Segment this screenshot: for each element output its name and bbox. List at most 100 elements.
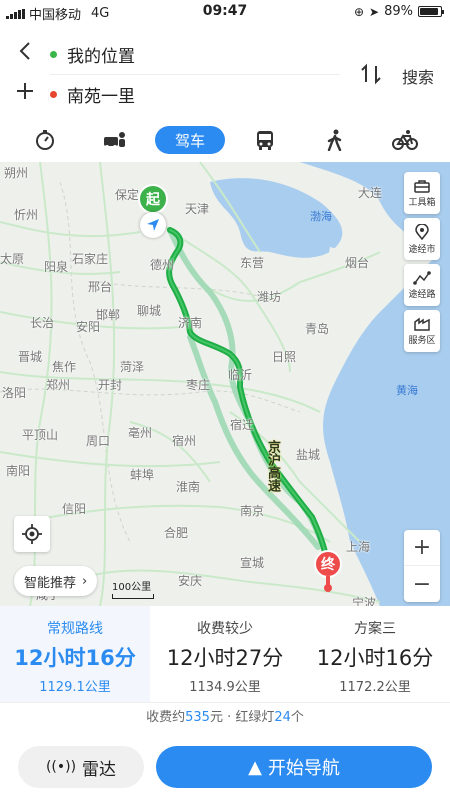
destination-row[interactable]: 南苑一里 — [0, 74, 350, 114]
plan-distance: 1134.9公里 — [189, 680, 261, 695]
via-city-button[interactable]: 途经市 — [404, 218, 440, 260]
tab-drive[interactable]: 驾车 — [155, 126, 225, 154]
start-navigation-button[interactable]: ▲ 开始导航 — [156, 746, 432, 788]
plan-time: 12小时16分 — [14, 646, 136, 670]
swap-icon[interactable] — [358, 62, 384, 86]
city-label: 青岛 — [305, 322, 330, 336]
start-navigation-label: 开始导航 — [267, 758, 340, 779]
bike-icon[interactable] — [375, 126, 435, 154]
city-label: 南阳 — [6, 464, 31, 478]
city-label: 菏泽 — [120, 360, 145, 374]
city-label: 焦作 — [52, 360, 77, 374]
toll-value: 535 — [185, 710, 210, 725]
city-label: 保定 — [115, 188, 140, 202]
route-summary: 收费约535元 · 红绿灯24个 — [0, 706, 450, 725]
route-panel: 我的位置 南苑一里 搜索 — [0, 34, 450, 118]
city-label: 合肥 — [164, 526, 189, 540]
radar-button[interactable]: ((•)) 雷达 — [18, 746, 144, 788]
service-area-label: 服务区 — [408, 335, 436, 346]
city-label: 济南 — [178, 316, 203, 330]
plan-time: 12小时27分 — [166, 646, 284, 670]
radar-icon: ((•)) — [45, 759, 77, 775]
back-icon[interactable] — [0, 41, 50, 67]
plan-distance: 1172.2公里 — [339, 680, 411, 695]
carpool-icon[interactable] — [85, 126, 145, 154]
city-label: 郑州 — [46, 378, 71, 392]
zoom-in-button[interactable]: + — [404, 530, 440, 566]
toll-unit: 元 · 红绿灯 — [209, 710, 275, 725]
via-road-label: 途经路 — [408, 289, 436, 300]
city-label: 石家庄 — [72, 252, 109, 266]
city-label: 忻州 — [14, 208, 39, 222]
taxi-icon[interactable] — [15, 126, 75, 154]
city-label: 周口 — [86, 434, 111, 448]
service-area-button[interactable]: 服务区 — [404, 310, 440, 352]
zoom-out-button[interactable]: − — [404, 566, 440, 602]
plan-option[interactable]: 收费较少 12小时27分 1134.9公里 — [150, 606, 300, 702]
city-label: 宿州 — [172, 434, 197, 448]
city-label: 阳泉 — [44, 260, 69, 274]
plan-time: 12小时16分 — [316, 646, 434, 670]
plan-option[interactable]: 方案三 12小时16分 1172.2公里 — [300, 606, 450, 702]
end-pin[interactable]: 终 — [314, 550, 342, 578]
city-label: 枣庄 — [186, 378, 211, 392]
city-label: 蚌埠 — [130, 468, 155, 482]
chevron-right-icon: › — [82, 573, 88, 589]
start-pin[interactable]: 起 — [138, 184, 168, 214]
smart-recommend-button[interactable]: 智能推荐 › — [14, 566, 98, 596]
city-label: 德州 — [150, 258, 175, 272]
city-label: 盐城 — [296, 448, 321, 462]
lights-value: 24 — [274, 710, 291, 725]
navigation-arrow-icon: ▲ — [248, 756, 262, 778]
locate-button[interactable] — [14, 516, 50, 552]
service-icon — [414, 317, 430, 331]
location-icon — [415, 223, 429, 240]
transport-mode-bar: 驾车 — [0, 120, 450, 160]
scale-label: 100公里 — [112, 582, 152, 593]
toolbox-button[interactable]: 工具箱 — [404, 172, 440, 214]
city-label: 宁波 — [352, 596, 377, 606]
crosshair-icon — [22, 524, 42, 544]
via-road-button[interactable]: 途经路 — [404, 264, 440, 306]
route-icon — [413, 270, 431, 285]
city-label: 安阳 — [76, 320, 101, 334]
city-label: 上海 — [346, 540, 371, 554]
city-label: 东营 — [240, 256, 265, 270]
plan-name: 收费较少 — [197, 621, 253, 637]
plan-name: 方案三 — [354, 621, 396, 637]
map-view[interactable]: 朔州 保定 天津 大连 忻州 渤海 太原 石家庄 阳泉 德州 东营 烟台 邢台 … — [0, 162, 450, 606]
origin-field[interactable]: 我的位置 — [67, 42, 135, 67]
location-arrow-icon: ➤ — [369, 4, 380, 19]
plan-distance: 1129.1公里 — [39, 680, 111, 695]
city-label: 晋城 — [18, 350, 43, 364]
city-label: 淮南 — [176, 480, 201, 494]
map-tools: 工具箱 途经市 途经路 服务区 — [404, 172, 440, 356]
lights-unit: 个 — [290, 710, 304, 725]
plan-name: 常规路线 — [47, 621, 103, 637]
city-label: 开封 — [98, 378, 123, 392]
city-label: 烟台 — [345, 256, 370, 270]
plan-option[interactable]: 常规路线 12小时16分 1129.1公里 — [0, 606, 150, 702]
city-label: 信阳 — [62, 502, 87, 516]
zoom-controls: + − — [404, 530, 440, 602]
smart-recommend-label: 智能推荐 — [24, 575, 77, 591]
city-label: 临沂 — [228, 368, 253, 382]
my-location-icon[interactable] — [140, 212, 166, 238]
bus-icon[interactable] — [235, 126, 295, 154]
destination-field[interactable]: 南苑一里 — [67, 82, 135, 107]
origin-row[interactable]: 我的位置 — [0, 34, 350, 74]
walk-icon[interactable] — [305, 126, 365, 154]
toolbox-label: 工具箱 — [408, 197, 436, 208]
city-label: 潍坊 — [257, 290, 282, 304]
city-label: 洛阳 — [2, 386, 27, 400]
bottom-actions: ((•)) 雷达 ▲ 开始导航 — [0, 742, 450, 792]
add-waypoint-icon[interactable] — [0, 81, 50, 107]
lock-rotation-icon: ⊕ — [353, 4, 365, 19]
radar-label: 雷达 — [82, 759, 117, 780]
toll-prefix: 收费约 — [146, 710, 186, 725]
scale-bar — [112, 594, 154, 599]
city-label: 南京 — [240, 504, 265, 518]
city-label: 朔州 — [4, 166, 29, 180]
status-bar: 中国移动 4G 09:47 ⊕ ➤ 89% — [0, 0, 450, 24]
search-button[interactable]: 搜索 — [402, 64, 434, 88]
